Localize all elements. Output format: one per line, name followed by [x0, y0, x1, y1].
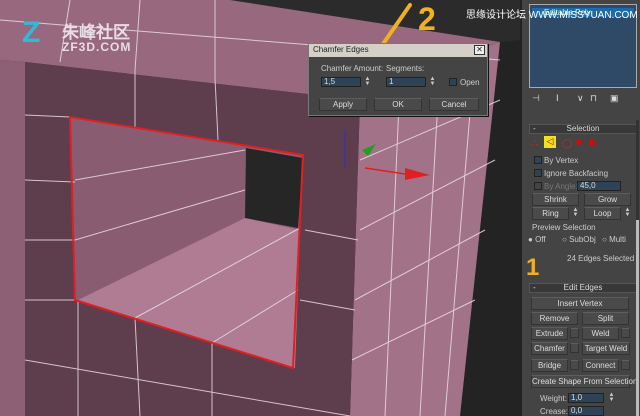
close-button[interactable]: ✕	[474, 45, 485, 55]
apply-button[interactable]: Apply	[319, 98, 367, 111]
open-checkbox[interactable]	[449, 78, 457, 86]
connect-settings-button[interactable]	[621, 360, 630, 370]
panel-scrollbar[interactable]	[636, 120, 639, 416]
cancel-button[interactable]: Cancel	[429, 98, 479, 111]
dialog-title: Chamfer Edges	[313, 45, 369, 54]
ring-button[interactable]: Ring	[532, 207, 569, 220]
border-mode-icon[interactable]: ◯	[562, 138, 572, 149]
segments-input[interactable]: 1	[386, 77, 426, 87]
crease-label: Crease:	[540, 407, 569, 416]
element-mode-icon[interactable]: ◧	[589, 137, 598, 148]
selection-rollout-header[interactable]: - Selection	[529, 124, 637, 134]
create-shape-button[interactable]: Create Shape From Selection	[531, 375, 637, 388]
configure-sets-icon[interactable]: ▣	[610, 93, 619, 104]
edge-mode-icon[interactable]: ◁	[544, 136, 556, 148]
connect-button[interactable]: Connect	[582, 359, 619, 372]
chamfer-edges-dialog: Chamfer Edges ✕ Chamfer Amount: Segments:…	[308, 43, 488, 116]
crease-input[interactable]: 0,0	[568, 406, 604, 416]
weld-settings-button[interactable]	[621, 328, 630, 338]
by-vertex-checkbox[interactable]	[534, 156, 542, 164]
by-angle-label: By Angle:	[544, 182, 578, 191]
ok-button[interactable]: OK	[374, 98, 422, 111]
weight-spinner[interactable]: ▲ ▼	[608, 392, 615, 403]
grow-button[interactable]: Grow	[584, 193, 631, 206]
segments-label: Segments:	[386, 64, 425, 73]
bridge-button[interactable]: Bridge	[531, 359, 568, 372]
target-weld-button[interactable]: Target Weld	[582, 342, 630, 355]
command-panel: Editable Poly ⊣ Ⅰ ∨ ⊓ ▣ - Selection ∴ ◁ ◯…	[520, 0, 640, 416]
weight-label: Weight:	[540, 394, 567, 403]
insert-vertex-button[interactable]: Insert Vertex	[531, 297, 629, 310]
make-unique-icon[interactable]: ∨	[577, 93, 584, 104]
chamfer-button[interactable]: Chamfer	[531, 342, 568, 355]
chamfer-settings-button[interactable]	[570, 343, 579, 353]
preview-off-radio[interactable]: ● Off	[528, 235, 546, 244]
show-end-result-icon[interactable]: Ⅰ	[556, 93, 559, 104]
edit-edges-rollout-header[interactable]: - Edit Edges	[529, 283, 637, 293]
open-label: Open	[460, 78, 480, 87]
extrude-button[interactable]: Extrude	[531, 327, 568, 340]
preview-subobj-radio[interactable]: ○ SubObj	[562, 235, 596, 244]
shrink-button[interactable]: Shrink	[532, 193, 579, 206]
chamfer-amount-label: Chamfer Amount:	[321, 64, 384, 73]
polygon-mode-icon[interactable]: ■	[576, 137, 581, 147]
extrude-settings-button[interactable]	[570, 328, 579, 338]
vertex-mode-icon[interactable]: ∴	[532, 138, 538, 149]
preview-selection-label: Preview Selection	[532, 223, 596, 232]
bridge-settings-button[interactable]	[570, 360, 579, 370]
by-angle-checkbox[interactable]	[534, 182, 542, 190]
pin-stack-icon[interactable]: ⊣	[532, 93, 540, 104]
selection-status: 24 Edges Selected	[567, 254, 635, 263]
dialog-titlebar[interactable]: Chamfer Edges ✕	[309, 44, 487, 57]
watermark-text: 思缘设计论坛 WWW.MISSYUAN.COM	[466, 10, 638, 21]
ignore-backfacing-label: Ignore Backfacing	[544, 169, 609, 178]
angle-input[interactable]: 45,0	[577, 181, 621, 191]
remove-button[interactable]: Remove	[531, 312, 578, 325]
weight-input[interactable]: 1,0	[568, 393, 604, 403]
viewport[interactable]: Z 朱峰社区 ZF3D.COM Chamfer Edges ✕ Chamfer Amo…	[0, 0, 520, 416]
loop-button[interactable]: Loop	[584, 207, 621, 220]
ring-spinner[interactable]: ▲ ▼	[572, 207, 579, 218]
remove-modifier-icon[interactable]: ⊓	[590, 93, 597, 104]
split-button[interactable]: Split	[582, 312, 629, 325]
chamfer-amount-input[interactable]: 1,5	[321, 77, 361, 87]
by-vertex-label: By Vertex	[544, 156, 579, 165]
ignore-backfacing-checkbox[interactable]	[534, 169, 542, 177]
chamfer-amount-spinner[interactable]: ▲ ▼	[364, 76, 371, 87]
preview-multi-radio[interactable]: ○ Multi	[602, 235, 626, 244]
loop-spinner[interactable]: ▲ ▼	[624, 207, 631, 218]
segments-spinner[interactable]: ▲ ▼	[429, 76, 436, 87]
weld-button[interactable]: Weld	[582, 327, 619, 340]
